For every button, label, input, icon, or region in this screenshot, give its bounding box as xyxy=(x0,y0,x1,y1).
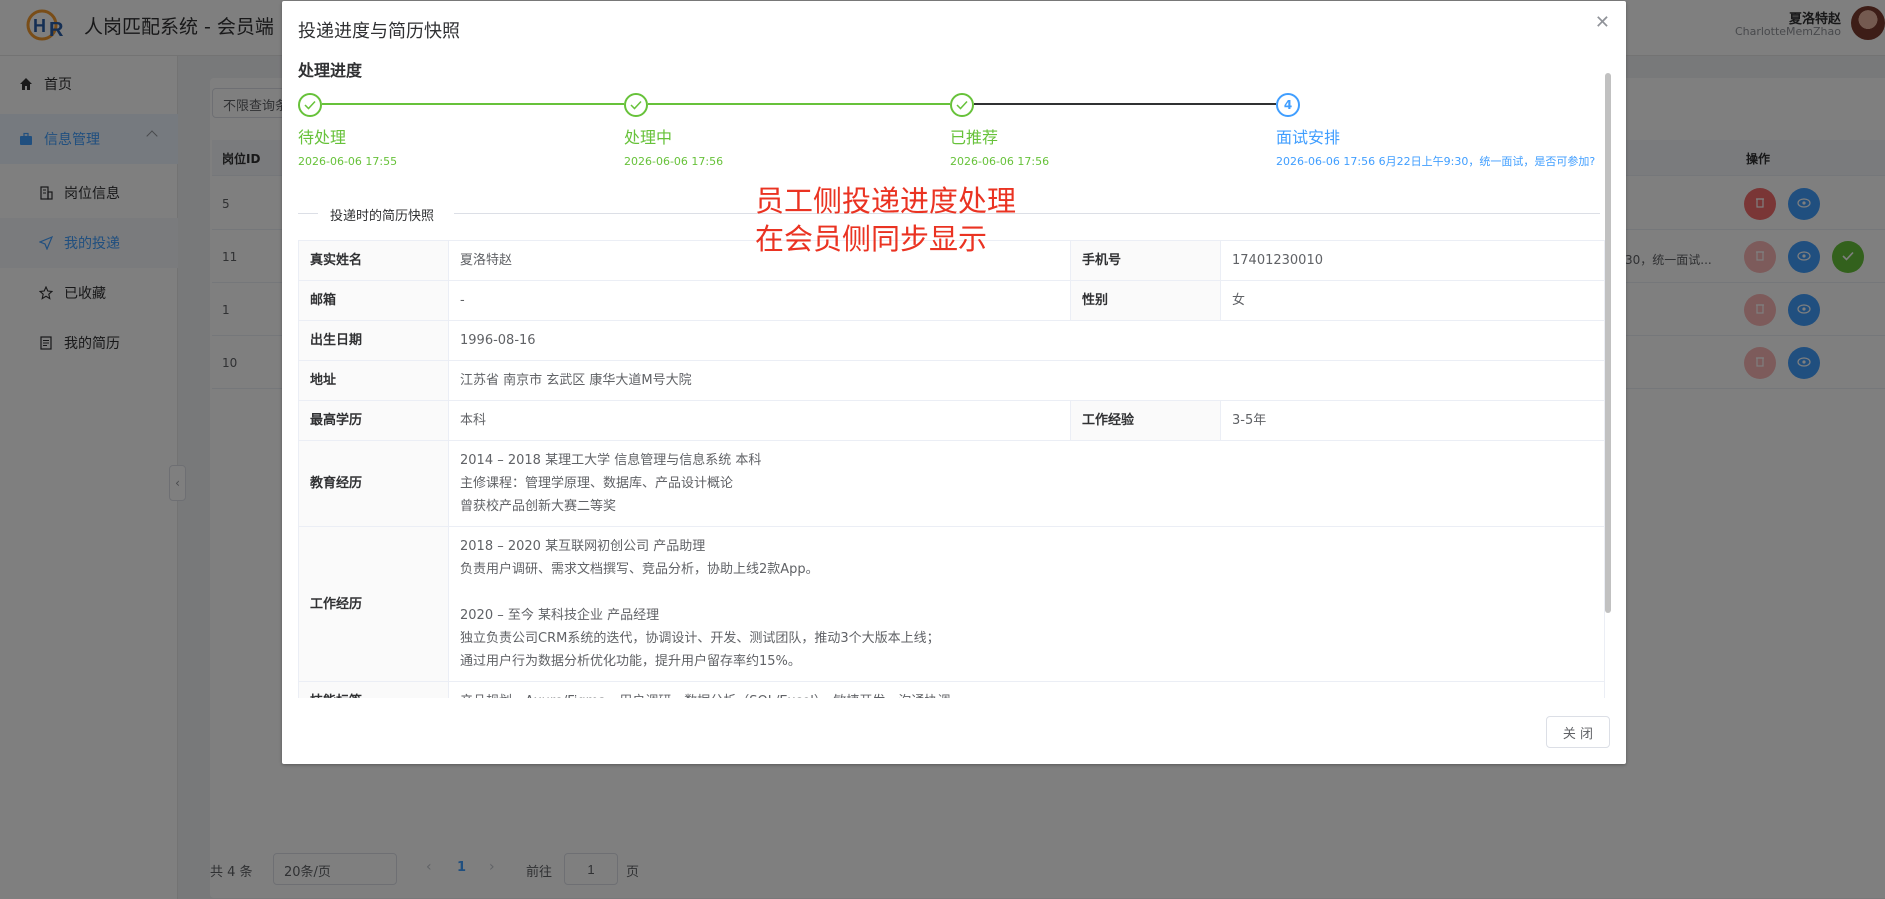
field-phone: 17401230010 xyxy=(1220,240,1605,281)
step-time: 2026-06-06 17:56 xyxy=(950,155,1050,168)
step-time: 2026-06-06 17:56 xyxy=(624,155,724,168)
step-check-icon xyxy=(950,93,974,117)
field-label: 工作经历 xyxy=(298,526,449,682)
field-label: 地址 xyxy=(298,360,449,401)
field-skills: 产品规划、Axure/Figma、用户调研、数据分析（SQL/Excel）、敏捷… xyxy=(448,681,1605,698)
step-title: 面试安排 xyxy=(1276,128,1341,147)
field-label: 性别 xyxy=(1070,280,1221,321)
dialog-body: 处理进度 待处理 2026-06-06 17:55 处理中 2026-06-06… xyxy=(298,53,1610,698)
divider-line xyxy=(298,213,318,214)
field-education-history: 2014 – 2018 某理工大学 信息管理与信息系统 本科 主修课程：管理学原… xyxy=(448,440,1605,527)
step-title: 待处理 xyxy=(298,128,347,147)
annotation-line: 员工侧投递进度处理 xyxy=(755,184,1017,218)
application-progress-dialog: 投递进度与简历快照 ✕ 处理进度 待处理 2026-06-06 17:55 处理… xyxy=(282,1,1626,764)
step-time: 2026-06-06 17:55 xyxy=(298,155,398,168)
field-gender: 女 xyxy=(1220,280,1605,321)
divider-title: 投递时的简历快照 xyxy=(330,209,435,224)
field-label: 手机号 xyxy=(1070,240,1221,281)
step-connector xyxy=(648,103,950,105)
field-label: 技能标签 xyxy=(298,681,449,698)
dialog-scrollbar[interactable] xyxy=(1605,73,1611,613)
step-check-icon xyxy=(298,93,322,117)
step-connector xyxy=(974,103,1276,105)
section-title: 处理进度 xyxy=(298,61,363,80)
field-label: 最高学历 xyxy=(298,400,449,441)
close-button[interactable]: 关 闭 xyxy=(1546,716,1610,748)
field-email: - xyxy=(448,280,1071,321)
step-time: 2026-06-06 17:56 6月22日上午9:30，统一面试，是否可参加? xyxy=(1276,155,1596,168)
field-label: 邮箱 xyxy=(298,280,449,321)
divider-line xyxy=(454,213,1600,214)
step-title: 处理中 xyxy=(624,128,673,147)
field-work-history: 2018 – 2020 某互联网初创公司 产品助理 负责用户调研、需求文档撰写、… xyxy=(448,526,1605,682)
annotation-line: 在会员侧同步显示 xyxy=(755,222,988,256)
dialog-title: 投递进度与简历快照 xyxy=(298,21,460,42)
field-label: 工作经验 xyxy=(1070,400,1221,441)
step-check-icon xyxy=(624,93,648,117)
close-icon[interactable]: ✕ xyxy=(1595,13,1610,33)
field-education: 本科 xyxy=(448,400,1071,441)
annotation-text: 员工侧投递进度处理 在会员侧同步显示 xyxy=(755,182,1016,258)
field-label: 出生日期 xyxy=(298,320,449,361)
field-label: 真实姓名 xyxy=(298,240,449,281)
resume-snapshot-table: 真实姓名 夏洛特赵 手机号 17401230010 邮箱 - 性别 女 出生日期… xyxy=(298,240,1605,698)
field-experience: 3-5年 xyxy=(1220,400,1605,441)
field-label: 教育经历 xyxy=(298,440,449,527)
step-title: 已推荐 xyxy=(950,128,999,147)
field-address: 江苏省 南京市 玄武区 康华大道M号大院 xyxy=(448,360,1605,401)
step-number-icon: 4 xyxy=(1276,93,1300,117)
step-connector xyxy=(322,103,624,105)
field-birth-date: 1996-08-16 xyxy=(448,320,1605,361)
